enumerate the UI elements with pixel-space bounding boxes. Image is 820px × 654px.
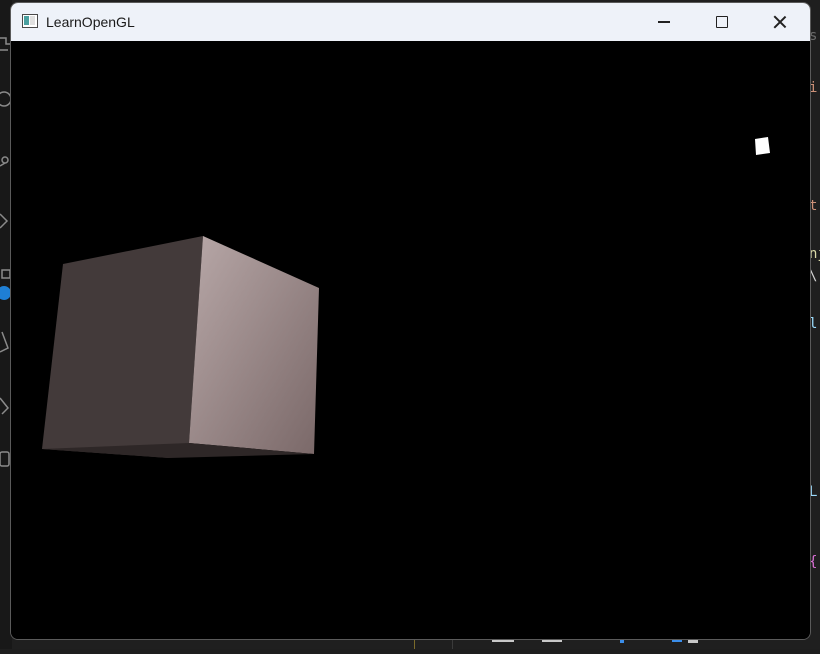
opengl-window[interactable]: LearnOpenGL	[10, 2, 811, 640]
background-editor-bottom	[12, 640, 810, 649]
render-viewport[interactable]	[11, 41, 810, 639]
light-source-cube	[755, 137, 770, 155]
cube-right-face	[189, 236, 319, 454]
rendered-scene	[42, 137, 770, 458]
cube-left-face	[42, 236, 203, 458]
